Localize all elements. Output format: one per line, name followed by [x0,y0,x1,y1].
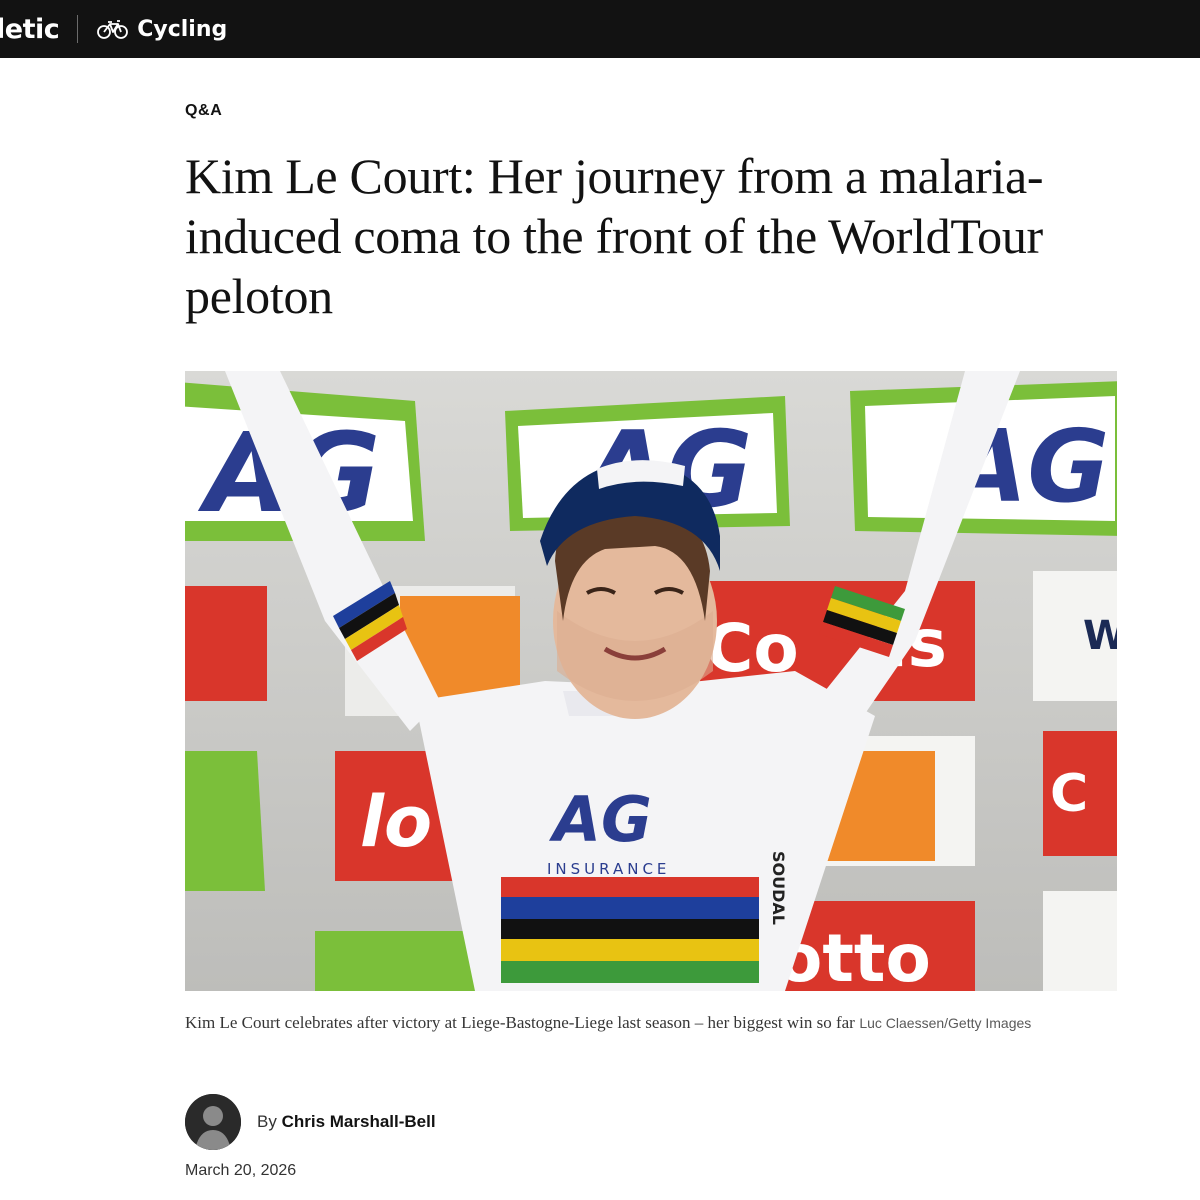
article-kicker: Q&A [185,102,223,119]
nav-divider [77,15,79,43]
byline-prefix: By [257,1112,277,1131]
author-link[interactable]: Chris Marshall-Bell [282,1112,436,1131]
photo-credit: Luc Claessen/Getty Images [859,1015,1032,1031]
board-word: W [1083,613,1117,659]
avatar-placeholder-icon [185,1094,241,1150]
photo-caption: Kim Le Court celebrates after victory at… [185,1010,1085,1037]
caption-text: Kim Le Court celebrates after victory at… [185,1013,855,1032]
jersey-logo-text: AG [548,783,652,856]
byline: By Chris Marshall-Bell [185,1094,436,1150]
sleeve-sponsor-text: SOUDAL [769,851,788,925]
publish-date: March 20, 2026 [185,1162,297,1179]
jersey-sponsor-text: INSURANCE [547,860,670,878]
site-logo[interactable]: letic [0,14,60,45]
hero-photo-illustration: AG AG AG Co is W lo C otto [185,371,1117,991]
hero-photo: AG AG AG Co is W lo C otto [185,371,1117,991]
section-label: Cycling [137,16,228,42]
bicycle-icon [96,19,130,39]
byline-text: By Chris Marshall-Bell [257,1112,436,1132]
section-link-cycling[interactable]: Cycling [96,17,227,42]
top-nav-bar: letic Cycling [0,0,1200,58]
board-word: lo [360,781,432,863]
author-avatar[interactable] [185,1094,241,1150]
board-word: C [1050,764,1088,824]
article-headline: Kim Le Court: Her journey from a malaria… [185,148,1044,324]
